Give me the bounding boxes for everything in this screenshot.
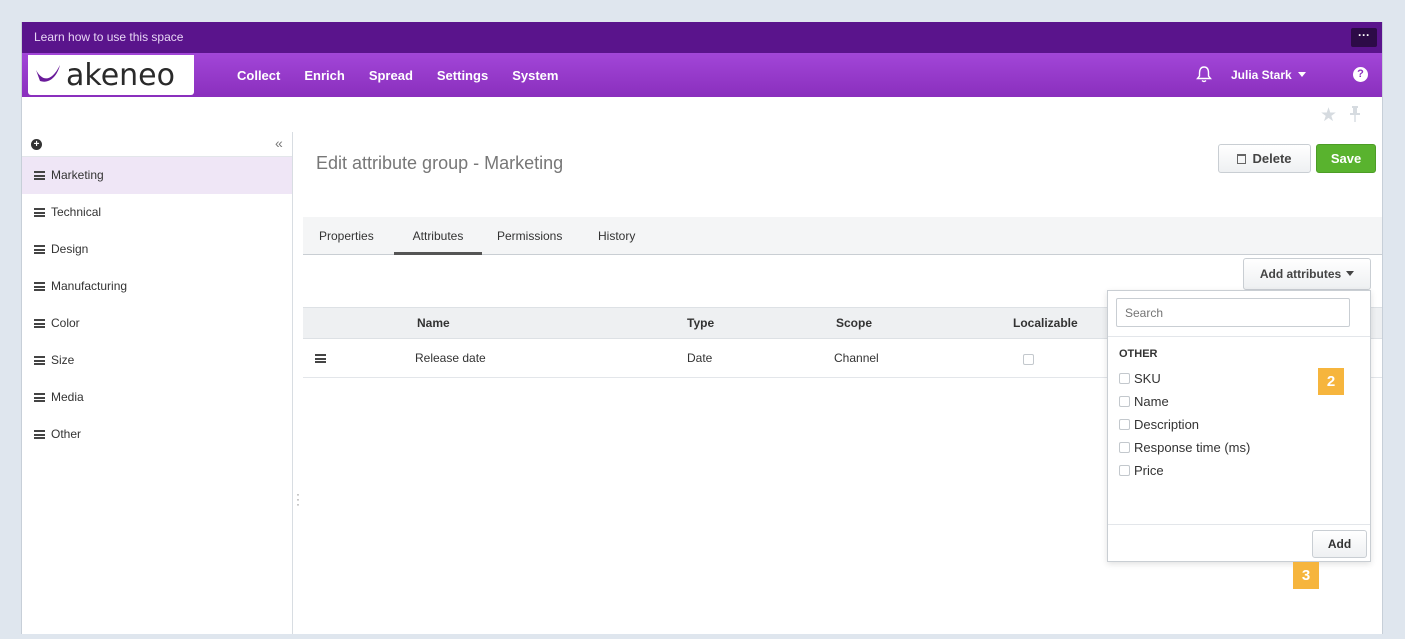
dropdown-footer-divider [1108, 524, 1370, 525]
nav-settings[interactable]: Settings [437, 68, 488, 83]
sidebar-item-color[interactable]: Color [22, 305, 292, 342]
sidebar-item-label: Size [51, 353, 75, 367]
drag-handle-icon[interactable] [315, 354, 326, 363]
logo-wordmark: akeneo [66, 58, 175, 93]
collapse-sidebar-icon[interactable]: « [275, 135, 283, 151]
drag-handle-icon [34, 282, 45, 291]
option-sku[interactable]: SKU [1119, 371, 1161, 386]
sidebar-item-label: Other [51, 427, 82, 441]
localizable-checkbox[interactable] [1023, 354, 1034, 365]
drag-handle-icon [34, 430, 45, 439]
drag-handle-icon [34, 319, 45, 328]
nav-collect[interactable]: Collect [237, 68, 280, 83]
option-name[interactable]: Name [1119, 394, 1169, 409]
column-header-scope[interactable]: Scope [836, 308, 872, 339]
option-description[interactable]: Description [1119, 417, 1199, 432]
option-group-label: OTHER [1119, 348, 1158, 360]
nav-enrich[interactable]: Enrich [304, 68, 344, 83]
column-header-localizable[interactable]: Localizable [1013, 308, 1078, 339]
drag-handle-icon [34, 171, 45, 180]
add-attributes-label: Add attributes [1259, 267, 1342, 281]
page-title: Edit attribute group - Marketing [316, 153, 564, 173]
nav-system[interactable]: System [512, 68, 558, 83]
tab-attributes[interactable]: Attributes [394, 217, 482, 255]
sidebar-item-label: Manufacturing [51, 279, 128, 293]
sidebar-item-label: Design [51, 242, 89, 256]
save-button[interactable]: Save [1316, 144, 1376, 173]
akeneo-logo[interactable]: akeneo [28, 55, 194, 95]
attribute-group-sidebar: + « Marketing Technical Design Manufactu… [22, 132, 293, 634]
option-label: Description [1134, 417, 1200, 432]
checkbox[interactable] [1119, 465, 1130, 476]
utility-bar: ★ [22, 97, 1382, 132]
divider [1108, 336, 1370, 337]
pin-icon[interactable] [1350, 106, 1360, 122]
delete-button-label: Delete [1252, 151, 1292, 166]
star-icon[interactable]: ★ [1320, 104, 1337, 127]
drag-handle-icon [34, 356, 45, 365]
cell-name: Release date [415, 351, 486, 365]
sidebar-item-manufacturing[interactable]: Manufacturing [22, 268, 292, 305]
sidebar-item-media[interactable]: Media [22, 379, 292, 416]
sidebar-item-label: Marketing [51, 168, 104, 182]
sidebar-item-size[interactable]: Size [22, 342, 292, 379]
cell-type: Date [687, 351, 713, 365]
help-banner-text[interactable]: Learn how to use this space [34, 30, 183, 44]
checkbox[interactable] [1119, 442, 1130, 453]
user-menu[interactable]: Julia Stark [1231, 53, 1306, 97]
help-banner[interactable]: Learn how to use this space ··· [22, 22, 1382, 53]
nav-spread[interactable]: Spread [369, 68, 413, 83]
option-label: SKU [1134, 371, 1161, 386]
tab-permissions[interactable]: Permissions [497, 217, 562, 255]
top-navigation: akeneo Collect Enrich Spread Settings Sy… [22, 53, 1382, 97]
more-menu-button[interactable]: ··· [1351, 28, 1377, 47]
option-label: Price [1134, 463, 1164, 478]
option-label: Name [1134, 394, 1169, 409]
sidebar-item-marketing[interactable]: Marketing [22, 157, 292, 194]
sidebar-item-label: Technical [51, 205, 102, 219]
tab-history[interactable]: History [598, 217, 635, 255]
app-window: Learn how to use this space ··· akeneo C… [21, 22, 1383, 634]
chevron-down-icon [1346, 271, 1355, 276]
drag-handle-icon [34, 208, 45, 217]
column-header-type[interactable]: Type [687, 308, 714, 339]
sidebar-header: + « [22, 132, 292, 157]
tab-bar: Properties Attributes Permissions Histor… [303, 217, 1382, 255]
column-header-name[interactable]: Name [417, 308, 450, 339]
trash-icon [1237, 154, 1247, 164]
chevron-down-icon [1297, 72, 1306, 77]
sidebar-resize-handle[interactable]: · · · [296, 488, 300, 510]
checkbox[interactable] [1119, 419, 1130, 430]
callout-badge: 2 [1318, 368, 1344, 395]
option-label: Response time (ms) [1134, 440, 1251, 455]
main-menu: Collect Enrich Spread Settings System [237, 53, 582, 97]
tab-properties[interactable]: Properties [319, 217, 374, 255]
help-icon[interactable]: ? [1353, 67, 1368, 82]
logo-mark-icon [36, 65, 60, 82]
delete-button[interactable]: Delete [1218, 144, 1311, 173]
cell-scope: Channel [834, 351, 879, 365]
option-response-time[interactable]: Response time (ms) [1119, 440, 1250, 455]
drag-handle-icon [34, 393, 45, 402]
sidebar-item-technical[interactable]: Technical [22, 194, 292, 231]
search-input[interactable] [1116, 298, 1350, 327]
checkbox[interactable] [1119, 373, 1130, 384]
add-attributes-dropdown: OTHER SKU Name Description Response time… [1107, 290, 1371, 562]
sidebar-item-other[interactable]: Other [22, 416, 292, 453]
add-button[interactable]: Add [1312, 530, 1367, 558]
callout-badge: 3 [1293, 562, 1319, 589]
bell-icon[interactable] [1196, 65, 1212, 83]
add-attributes-button[interactable]: Add attributes [1243, 258, 1371, 290]
option-price[interactable]: Price [1119, 463, 1164, 478]
sidebar-item-label: Color [51, 316, 80, 330]
user-name: Julia Stark [1231, 68, 1292, 82]
main-content: Edit attribute group - Marketing Delete … [303, 132, 1382, 634]
add-group-icon[interactable]: + [31, 139, 42, 150]
sidebar-item-design[interactable]: Design [22, 231, 292, 268]
checkbox[interactable] [1119, 396, 1130, 407]
sidebar-item-label: Media [51, 390, 84, 404]
drag-handle-icon [34, 245, 45, 254]
